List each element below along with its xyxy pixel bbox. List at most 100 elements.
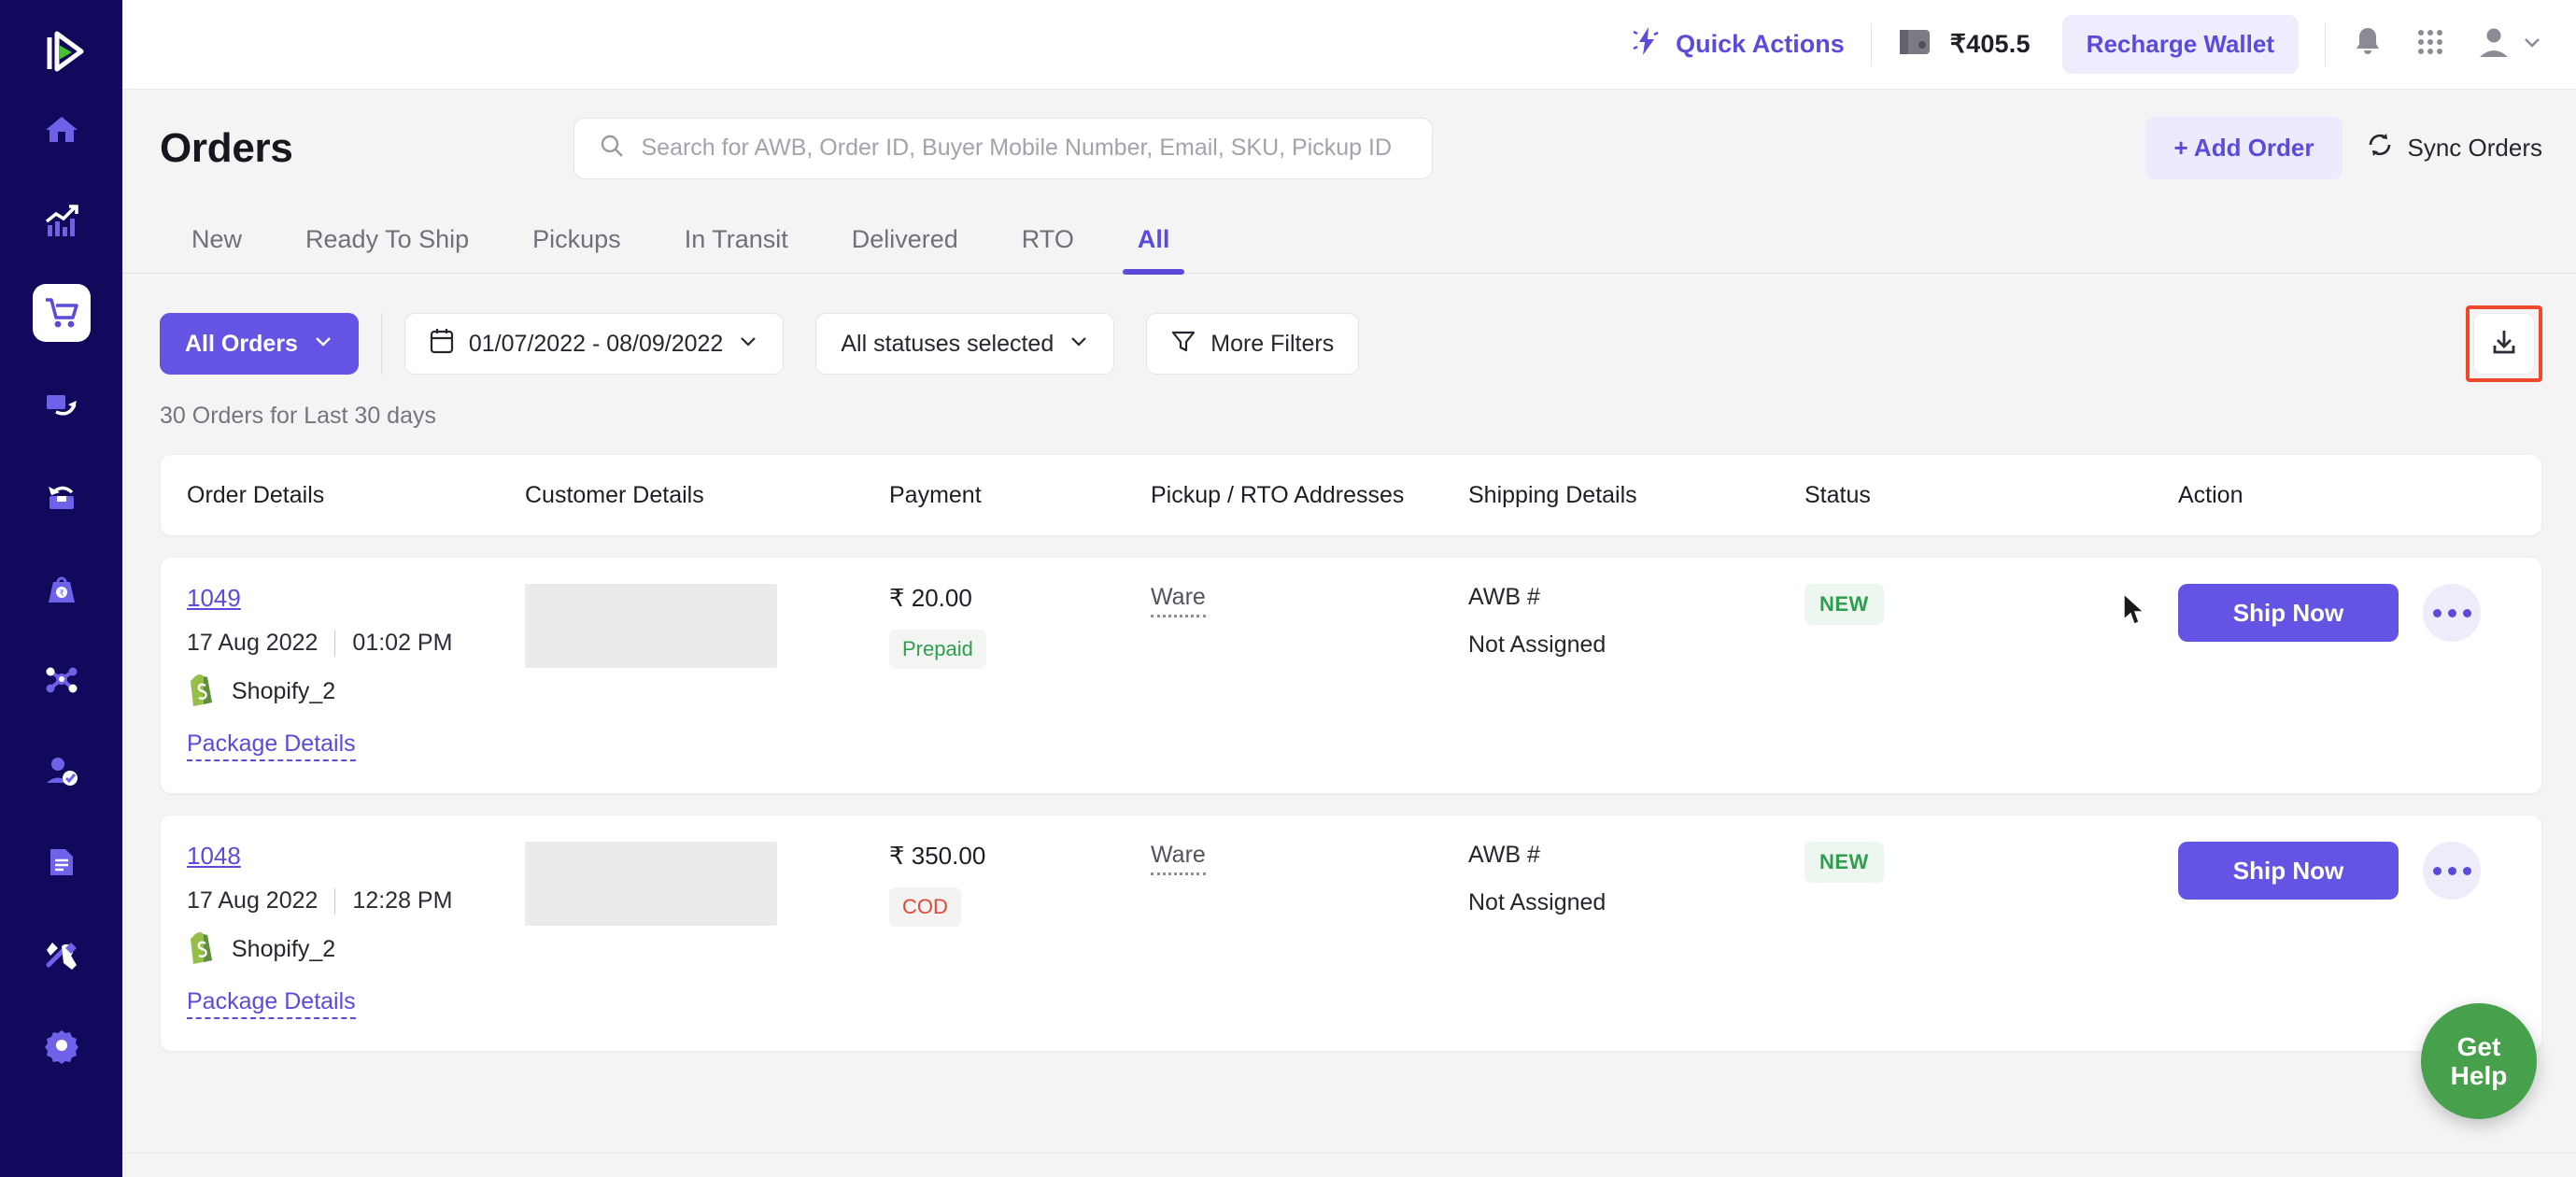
topbar: Quick Actions ₹405.5 Recharge Wallet: [122, 0, 2576, 90]
app-logo[interactable]: [0, 13, 122, 93]
order-time: 01:02 PM: [352, 630, 453, 656]
row-more-actions-button[interactable]: [2423, 842, 2481, 900]
column-header-customer-details: Customer Details: [525, 481, 704, 508]
tab-all[interactable]: All: [1106, 225, 1202, 275]
tab-rto[interactable]: RTO: [990, 225, 1106, 273]
sidebar-item-ndr[interactable]: [33, 467, 91, 525]
search-input[interactable]: [641, 135, 1408, 162]
sidebar-item-analytics[interactable]: [33, 192, 91, 250]
chart-growth-icon: [43, 203, 80, 240]
pickup-address-name[interactable]: Ware: [1151, 584, 1206, 617]
table-row[interactable]: 1048 17 Aug 2022 12:28 PM Shopify_2 Pack…: [160, 815, 2542, 1052]
download-orders-button[interactable]: [2473, 313, 2535, 375]
ship-now-button[interactable]: Ship Now: [2178, 842, 2399, 900]
recharge-wallet-button[interactable]: Recharge Wallet: [2061, 15, 2299, 74]
tab-new[interactable]: New: [160, 225, 274, 273]
sidebar-nav: ₹: [0, 101, 122, 1074]
three-dots-icon: [2432, 866, 2471, 875]
table-header-row: Order Details Customer Details Payment P…: [160, 454, 2542, 536]
channel-name: Shopify_2: [232, 936, 336, 962]
shopify-icon: [187, 672, 219, 712]
add-order-button[interactable]: + Add Order: [2145, 117, 2342, 179]
mouse-cursor: [2122, 592, 2148, 634]
pickup-address-name[interactable]: Ware: [1151, 842, 1206, 875]
wallet-icon: [1898, 26, 1933, 63]
all-orders-filter[interactable]: All Orders: [160, 313, 359, 375]
order-channel: Shopify_2: [187, 929, 525, 970]
date-range-filter[interactable]: 01/07/2022 - 08/09/2022: [403, 313, 785, 375]
tab-delivered[interactable]: Delivered: [820, 225, 990, 273]
package-details-link[interactable]: Package Details: [187, 988, 356, 1019]
bottom-strip: [122, 1153, 2576, 1177]
search-icon: [599, 133, 625, 163]
sidebar-item-channels[interactable]: [33, 650, 91, 708]
payment-amount: ₹ 350.00: [889, 842, 986, 870]
package-details-link[interactable]: Package Details: [187, 730, 356, 761]
sidebar-item-returns[interactable]: [33, 376, 91, 433]
awb-value: Not Assigned: [1468, 631, 1606, 658]
sync-orders-label: Sync Orders: [2407, 134, 2543, 162]
sidebar-item-home[interactable]: [33, 101, 91, 159]
notifications-button[interactable]: [2352, 25, 2384, 64]
chevron-down-icon: [2522, 32, 2542, 57]
wallet-group: ₹405.5 Recharge Wallet: [1898, 15, 2299, 74]
order-date: 17 Aug 2022: [187, 887, 318, 914]
sidebar-item-tools[interactable]: [33, 925, 91, 983]
sidebar-item-settings[interactable]: [33, 1016, 91, 1074]
customer-details-placeholder: [525, 584, 777, 668]
header-actions: + Add Order Sync Orders: [2145, 117, 2542, 179]
user-avatar-icon: [2477, 25, 2511, 64]
customer-details-placeholder: [525, 842, 777, 926]
shipping-details-cell: AWB # Not Assigned: [1468, 584, 1805, 659]
chevron-down-icon: [313, 331, 333, 358]
gear-icon: [43, 1027, 80, 1064]
ship-now-button[interactable]: Ship Now: [2178, 584, 2399, 642]
table-row[interactable]: 1049 17 Aug 2022 01:02 PM Shopify_2 Pack…: [160, 557, 2542, 794]
download-highlight-box: [2466, 305, 2542, 382]
more-filters-button[interactable]: More Filters: [1146, 313, 1360, 375]
tab-ready-to-ship[interactable]: Ready To Ship: [274, 225, 501, 273]
get-help-button[interactable]: Get Help: [2421, 1003, 2537, 1119]
three-dots-icon: [2432, 608, 2471, 617]
sidebar: ₹: [0, 0, 122, 1177]
sidebar-item-weight[interactable]: ₹: [33, 559, 91, 617]
tab-in-transit[interactable]: In Transit: [653, 225, 820, 273]
sidebar-item-orders[interactable]: [32, 284, 91, 342]
sidebar-item-billing[interactable]: [33, 833, 91, 891]
calendar-icon: [430, 328, 454, 361]
page-title: Orders: [160, 124, 293, 171]
shipping-details-cell: AWB # Not Assigned: [1468, 842, 1805, 916]
shopping-cart-icon: [43, 294, 80, 332]
search-bar[interactable]: [573, 117, 1433, 179]
order-id-link[interactable]: 1049: [187, 584, 241, 613]
order-id-link[interactable]: 1048: [187, 842, 241, 871]
status-cell: NEW: [1805, 842, 2178, 883]
sync-orders-button[interactable]: Sync Orders: [2365, 130, 2543, 166]
apps-grid-button[interactable]: [2415, 27, 2445, 62]
order-channel: Shopify_2: [187, 672, 525, 712]
hammer-wrench-icon: [43, 935, 80, 972]
chevron-down-icon: [738, 331, 758, 358]
shopify-icon: [187, 929, 219, 970]
column-header-status: Status: [1805, 481, 1871, 508]
payment-method-tag: COD: [889, 887, 961, 927]
all-orders-label: All Orders: [185, 330, 298, 357]
order-datetime: 17 Aug 2022 01:02 PM: [187, 630, 525, 657]
column-header-shipping-details: Shipping Details: [1468, 481, 1637, 508]
account-menu[interactable]: [2477, 25, 2542, 64]
wallet-balance: ₹405.5: [1949, 30, 2031, 58]
quick-actions-button[interactable]: Quick Actions: [1631, 25, 1845, 64]
order-date: 17 Aug 2022: [187, 630, 318, 656]
tab-pickups[interactable]: Pickups: [501, 225, 653, 273]
network-nodes-icon: [43, 660, 80, 698]
download-icon: [2489, 327, 2519, 362]
bell-icon: [2352, 25, 2384, 64]
status-filter[interactable]: All statuses selected: [815, 313, 1115, 375]
lightning-bolt-icon: [1631, 25, 1663, 64]
divider: [334, 887, 336, 915]
row-more-actions-button[interactable]: [2423, 584, 2481, 642]
sidebar-item-buyer[interactable]: [33, 742, 91, 800]
payment-method-tag: Prepaid: [889, 630, 986, 669]
page-header: Orders + Add Order Sync Orders: [122, 90, 2576, 206]
column-header-payment: Payment: [889, 481, 982, 508]
